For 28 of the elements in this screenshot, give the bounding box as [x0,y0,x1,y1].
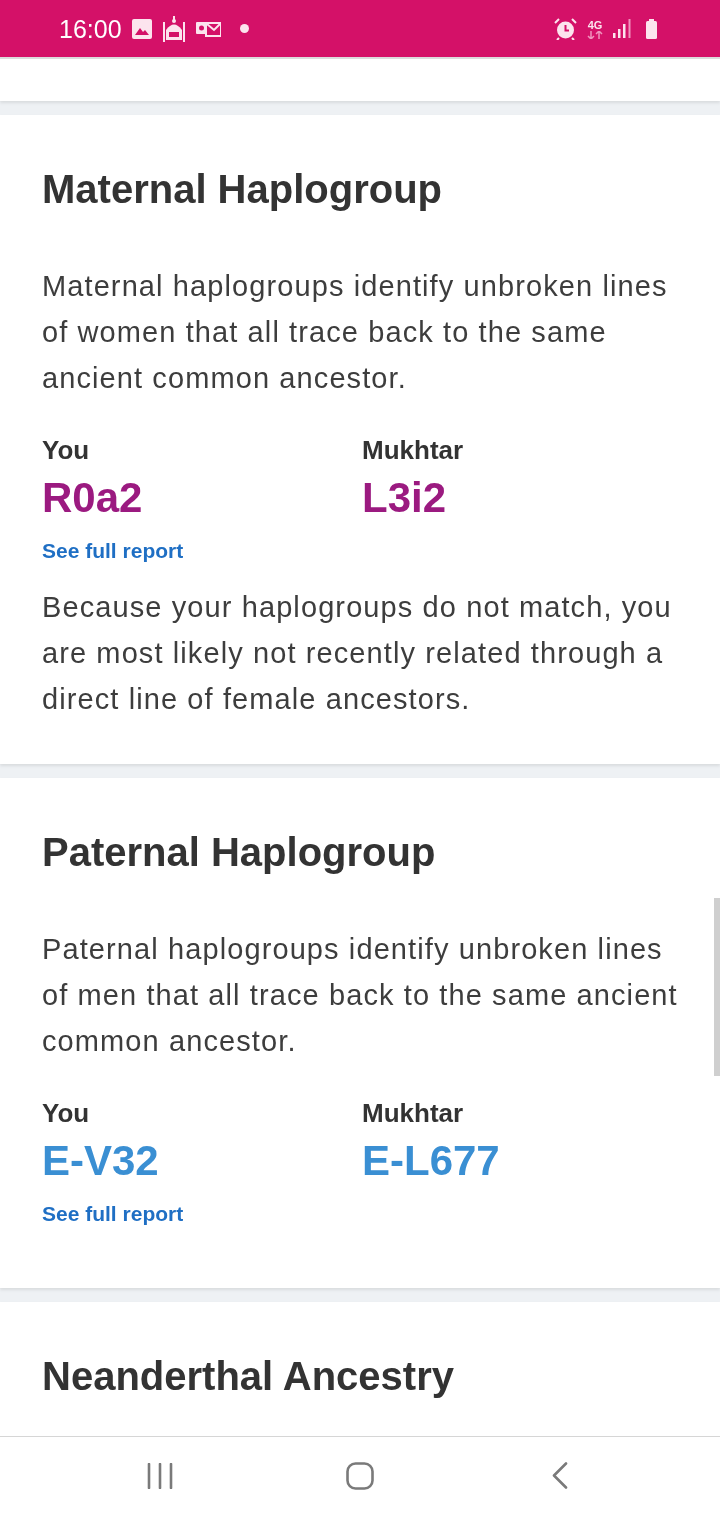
signal-icon [613,19,631,38]
alarm-clock-icon [554,17,577,40]
person-label: Mukhtar [362,434,464,467]
section-description: Maternal haplogroups identify unbroken lines of women that all trace back to the same ancient common ancestor. [42,269,669,396]
section-heading: Paternal Haplogroup [42,829,436,876]
home-icon[interactable] [346,1461,374,1490]
section-heading: Maternal Haplogroup [42,166,443,213]
mosque-icon [161,15,186,42]
section-description: Paternal haplogroups identify unbroken lines of men that all trace back to the same ancient common ancestor. [42,932,679,1059]
back-icon[interactable] [552,1462,568,1489]
section-heading: Neanderthal Ancestry [42,1353,454,1400]
notification-dot-icon [239,24,249,33]
person-label: You [42,1097,90,1130]
see-full-report-link[interactable]: See full report [42,536,184,566]
haplogroup-value: E-L677 [362,1137,500,1185]
match-explanation: Because your haplogroups do not match, you are most likely not recently related through a direct line of female ancestors. [42,590,673,717]
image-icon [131,18,152,39]
haplogroup-value: L3i2 [362,474,447,522]
battery-icon [646,18,657,39]
haplogroup-value: R0a2 [42,474,143,522]
haplogroup-value: E-V32 [42,1137,159,1185]
status-time: 16:00 [59,13,122,44]
data-arrows-icon [587,30,603,39]
person-label: Mukhtar [362,1097,464,1130]
person-label: You [42,434,90,467]
see-full-report-link[interactable]: See full report [42,1199,184,1229]
network-type-label: 4G [587,18,603,31]
recent-apps-icon[interactable] [147,1462,173,1489]
